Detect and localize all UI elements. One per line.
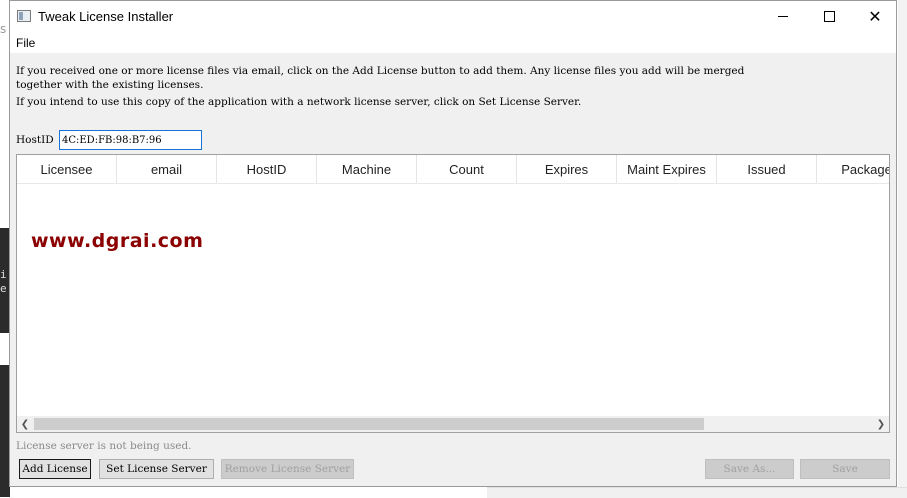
column-header-expires[interactable]: Expires <box>517 155 617 183</box>
watermark-text: www.dgrai.com <box>31 230 204 252</box>
info-line-1a: If you received one or more license file… <box>16 65 745 77</box>
column-header-machine[interactable]: Machine <box>317 155 417 183</box>
close-icon: ✕ <box>868 7 882 26</box>
close-button[interactable]: ✕ <box>852 1 898 32</box>
info-text-add-license: If you received one or more license file… <box>16 64 744 92</box>
remove-license-server-button[interactable]: Remove License Server <box>221 459 354 479</box>
license-server-status: License server is not being used. <box>16 440 192 452</box>
info-text-license-server: If you intend to use this copy of the ap… <box>16 96 582 108</box>
hostid-field[interactable] <box>59 130 202 150</box>
hostid-label: HostID <box>16 134 54 146</box>
desktop-background-right <box>898 0 907 497</box>
table-header: Licensee email HostID Machine Count Expi… <box>17 155 889 184</box>
column-header-package[interactable]: Package <box>817 155 889 183</box>
set-license-server-button[interactable]: Set License Server <box>99 459 214 479</box>
menu-bar: File <box>10 32 896 54</box>
info-line-1b: together with the existing licenses. <box>16 79 204 91</box>
column-header-email[interactable]: email <box>117 155 217 183</box>
column-header-maint-expires[interactable]: Maint Expires <box>617 155 717 183</box>
maximize-icon <box>823 11 835 22</box>
save-as-button[interactable]: Save As... <box>705 459 794 479</box>
horizontal-scrollbar[interactable]: ❮ ❯ <box>17 416 889 432</box>
app-window-icon <box>17 10 31 22</box>
window-title: Tweak License Installer <box>38 9 174 24</box>
desktop-background-bottom <box>487 487 907 498</box>
maximize-button[interactable] <box>806 1 852 32</box>
background-text-fragment: s <box>0 22 7 36</box>
column-header-issued[interactable]: Issued <box>717 155 817 183</box>
license-installer-window: Tweak License Installer ✕ File If you re… <box>9 0 897 487</box>
chevron-left-icon[interactable]: ❮ <box>17 416 33 432</box>
save-button[interactable]: Save <box>800 459 890 479</box>
minimize-icon <box>778 16 788 17</box>
scrollbar-thumb[interactable] <box>34 418 704 430</box>
column-header-licensee[interactable]: Licensee <box>17 155 117 183</box>
menu-file[interactable]: File <box>16 36 35 50</box>
minimize-button[interactable] <box>760 1 806 32</box>
chevron-right-icon[interactable]: ❯ <box>873 416 889 432</box>
column-header-count[interactable]: Count <box>417 155 517 183</box>
title-bar[interactable]: Tweak License Installer ✕ <box>10 1 896 32</box>
column-header-hostid[interactable]: HostID <box>217 155 317 183</box>
license-table[interactable]: Licensee email HostID Machine Count Expi… <box>16 154 890 433</box>
add-license-button[interactable]: Add License <box>19 459 91 479</box>
